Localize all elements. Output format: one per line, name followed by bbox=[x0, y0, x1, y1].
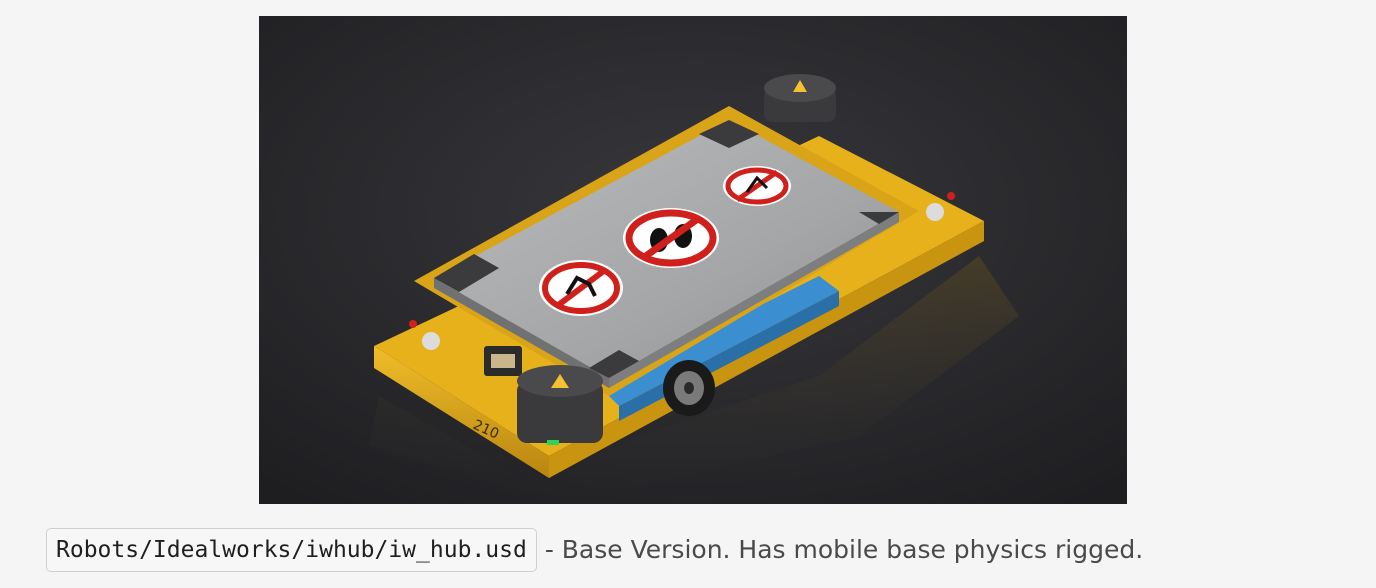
emergency-stop-button bbox=[926, 203, 944, 221]
usd-path-code: Robots/Idealworks/iwhub/iw_hub.usd bbox=[46, 528, 537, 572]
emergency-stop-button bbox=[422, 332, 440, 350]
page: 210 Robots/Idealworks/iwhub/iw_hub.usd -… bbox=[0, 0, 1376, 588]
image-caption: Robots/Idealworks/iwhub/iw_hub.usd - Bas… bbox=[46, 526, 1143, 574]
wheel-icon bbox=[663, 360, 715, 416]
no-climbing-sign-icon bbox=[539, 260, 623, 316]
rear-lidar-sensor bbox=[764, 74, 836, 122]
robot-render-image: 210 bbox=[259, 16, 1127, 504]
no-slipping-sign-icon bbox=[723, 166, 791, 206]
caption-description: - Base Version. Has mobile base physics … bbox=[544, 535, 1144, 564]
no-stepping-sign-icon bbox=[623, 208, 719, 268]
front-lidar-sensor bbox=[517, 365, 603, 445]
